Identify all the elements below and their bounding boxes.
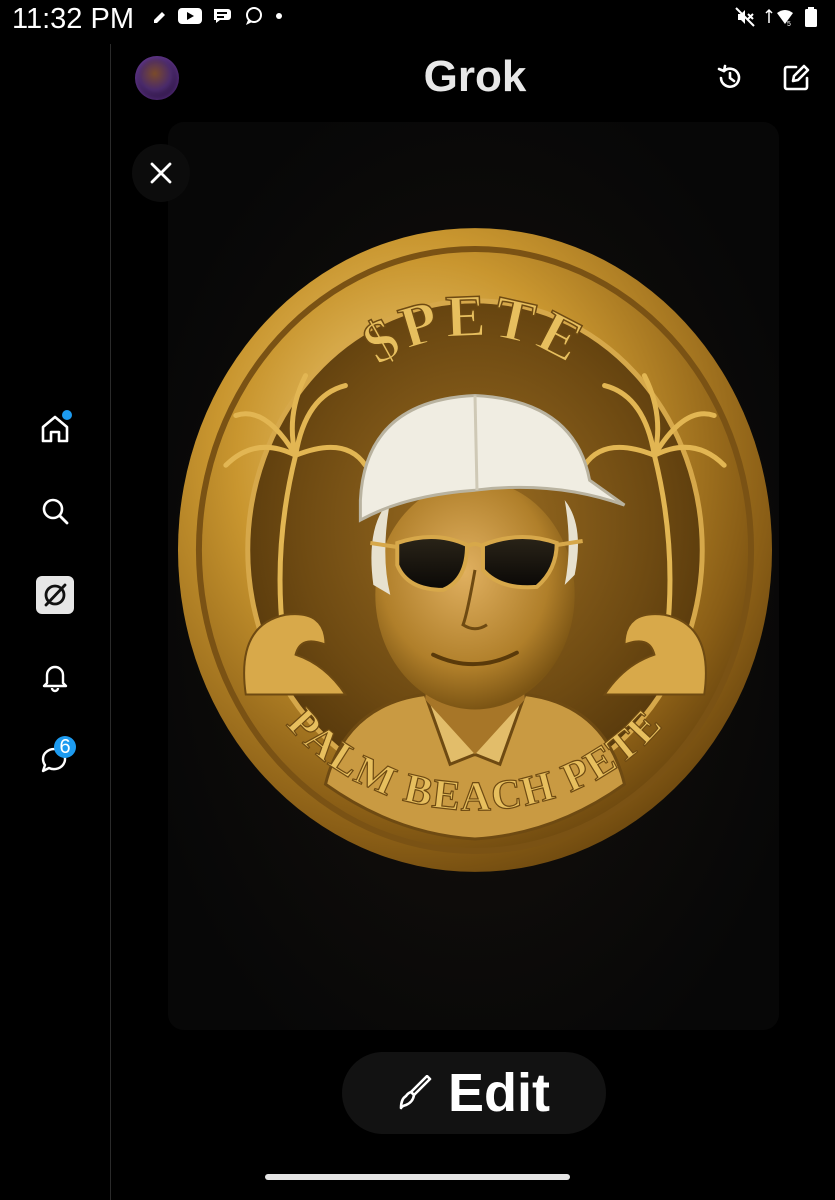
search-icon (42, 498, 69, 525)
nav-grok[interactable] (32, 572, 78, 618)
messages-badge: 6 (54, 736, 76, 758)
grok-active-bg (36, 576, 74, 614)
status-left-icons (152, 6, 284, 26)
grok-icon (44, 583, 67, 607)
edit-button[interactable]: Edit (342, 1052, 606, 1134)
nav-notifications[interactable] (32, 654, 78, 700)
battery-icon (805, 7, 817, 27)
left-nav-rail: 6 (0, 44, 111, 1200)
generated-image[interactable]: $PETE PALM BEACH PETE (168, 122, 779, 1030)
mute-icon (735, 7, 755, 27)
youtube-icon (178, 8, 202, 24)
close-button[interactable] (132, 144, 190, 202)
status-right-icons: 5 (735, 7, 817, 27)
home-notification-dot (62, 410, 72, 420)
network-badge: 5 (787, 21, 791, 27)
nav-messages[interactable]: 6 (32, 736, 78, 782)
bell-icon (42, 665, 68, 693)
page-title: Grok (423, 52, 527, 101)
compose-icon (783, 64, 810, 91)
dot-icon (276, 13, 282, 19)
pencil-icon (154, 12, 165, 23)
wifi-icon: 5 (765, 8, 793, 27)
history-icon (717, 64, 741, 88)
avatar[interactable] (135, 56, 179, 100)
status-bar: 11:32 PM 5 (0, 0, 835, 44)
home-indicator[interactable] (265, 1174, 570, 1180)
messages-icon (214, 9, 231, 23)
status-time: 11:32 PM (12, 3, 134, 35)
edit-button-label: Edit (448, 1063, 550, 1123)
nav-search[interactable] (32, 488, 78, 534)
nav-home[interactable] (32, 406, 78, 452)
history-button[interactable] (712, 60, 748, 96)
brush-icon (399, 1075, 432, 1110)
chat-bubble-icon (246, 7, 262, 25)
compose-button[interactable] (778, 60, 814, 96)
close-icon (150, 162, 172, 184)
pete-coin-image: $PETE PALM BEACH PETE (176, 226, 774, 874)
grok-image-viewer-screen: 11:32 PM 5 6 Grok $PETE PALM BEACH PETE … (0, 0, 835, 1200)
